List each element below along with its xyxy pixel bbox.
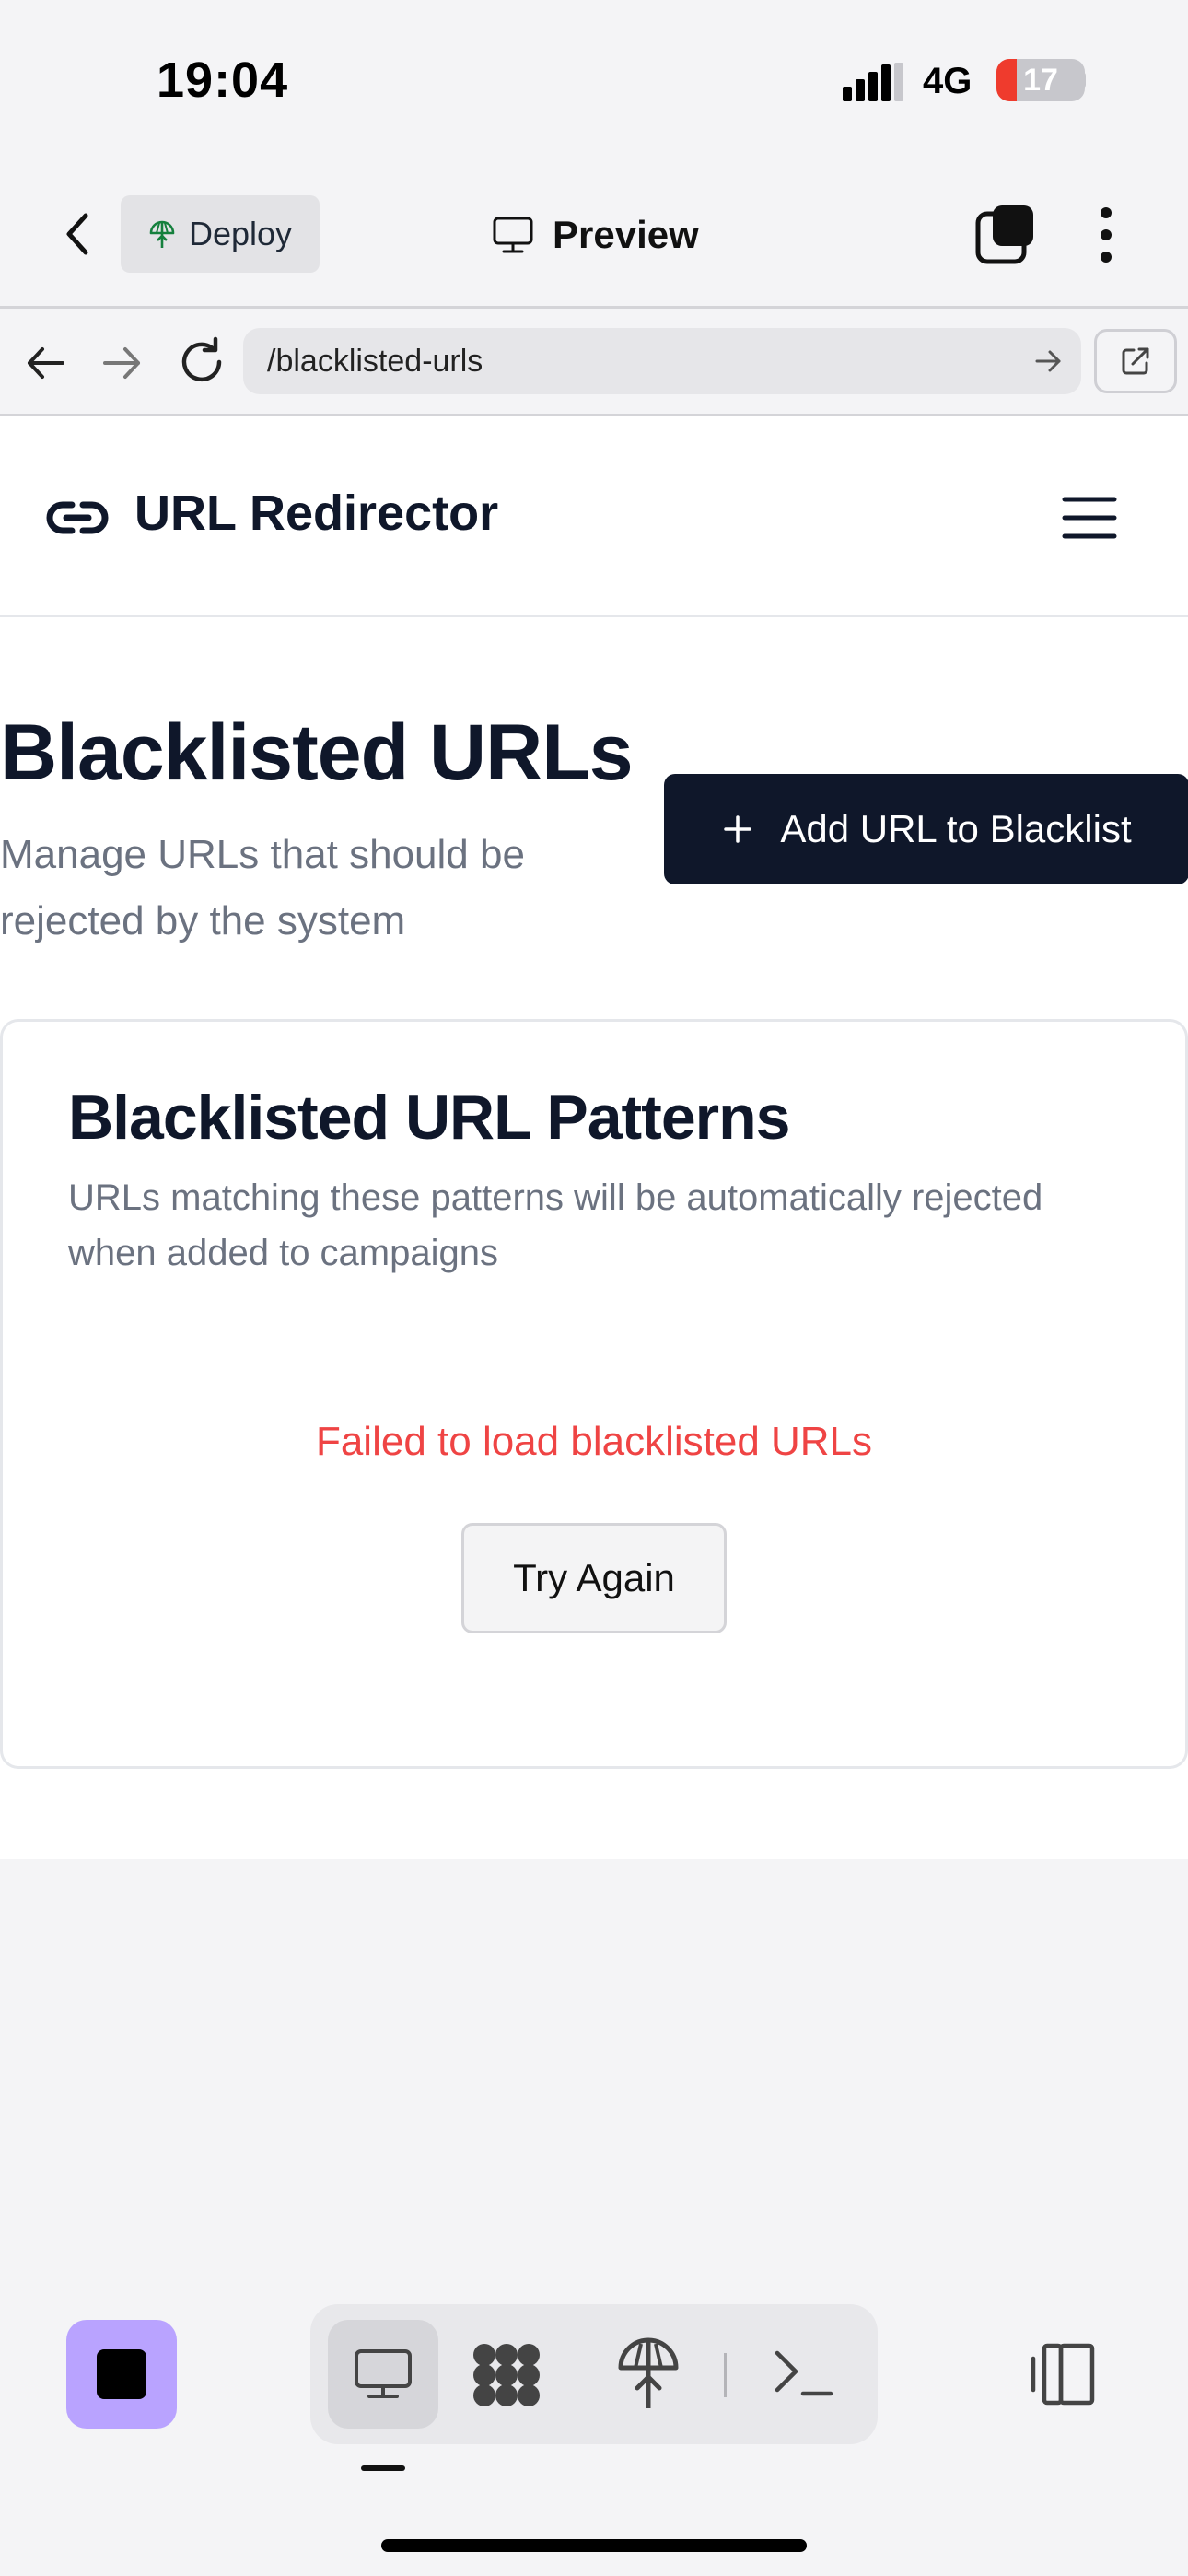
preview-title: Preview (492, 203, 699, 267)
battery-level: 17 (1023, 63, 1058, 98)
home-indicator (381, 2539, 807, 2552)
battery-icon: 17 (996, 59, 1085, 101)
tool-preview-button[interactable] (328, 2320, 438, 2429)
stop-icon (97, 2349, 146, 2399)
link-icon[interactable] (44, 490, 111, 545)
try-again-button[interactable]: Try Again (461, 1523, 727, 1633)
card-description: URLs matching these patterns will be aut… (68, 1177, 1043, 1273)
deploy-icon (149, 220, 175, 248)
add-url-button[interactable]: Add URL to Blacklist (664, 774, 1188, 884)
add-url-label: Add URL to Blacklist (780, 807, 1132, 850)
card-title: Blacklisted URL Patterns (68, 1083, 790, 1153)
agents-icon[interactable] (470, 2340, 543, 2410)
monitor-icon (493, 217, 533, 253)
deploy-button[interactable]: Deploy (121, 195, 320, 273)
active-tab-indicator (361, 2465, 405, 2471)
network-type: 4G (923, 61, 973, 101)
arrow-left-icon[interactable] (22, 339, 70, 387)
arrow-right-icon[interactable] (98, 339, 146, 387)
page-subtitle: Manage URLs that should be rejected by t… (0, 832, 525, 943)
deploy-icon[interactable] (611, 2335, 685, 2412)
go-arrow-icon[interactable] (1030, 343, 1066, 380)
toolbar-divider (724, 2353, 727, 2397)
external-link-icon (1122, 347, 1149, 375)
deploy-label: Deploy (189, 215, 293, 252)
chevron-left-icon (66, 213, 88, 255)
reload-icon[interactable] (175, 335, 228, 389)
tabs-icon[interactable] (974, 203, 1037, 265)
plus-icon (724, 815, 752, 843)
signal-icon (843, 63, 903, 101)
url-text: /blacklisted-urls (267, 343, 483, 379)
back-button[interactable] (52, 205, 103, 263)
error-message: Failed to load blacklisted URLs (315, 1419, 873, 1464)
url-input[interactable]: /blacklisted-urls (243, 328, 1081, 394)
more-vertical-icon[interactable] (1083, 205, 1129, 265)
status-time: 19:04 (157, 53, 289, 108)
preview-label: Preview (553, 213, 699, 256)
hamburger-icon[interactable] (1059, 492, 1120, 544)
battery-cap (1078, 72, 1086, 88)
panel-toggle-icon[interactable] (1028, 2340, 1098, 2408)
open-external-button[interactable] (1094, 329, 1177, 393)
monitor-icon (355, 2349, 412, 2398)
site-title[interactable]: URL Redirector (134, 485, 498, 542)
stop-button[interactable] (66, 2320, 177, 2429)
bottom-toolbar (0, 1859, 1188, 2576)
terminal-icon[interactable] (772, 2344, 836, 2403)
page-title: Blacklisted URLs (0, 708, 634, 797)
